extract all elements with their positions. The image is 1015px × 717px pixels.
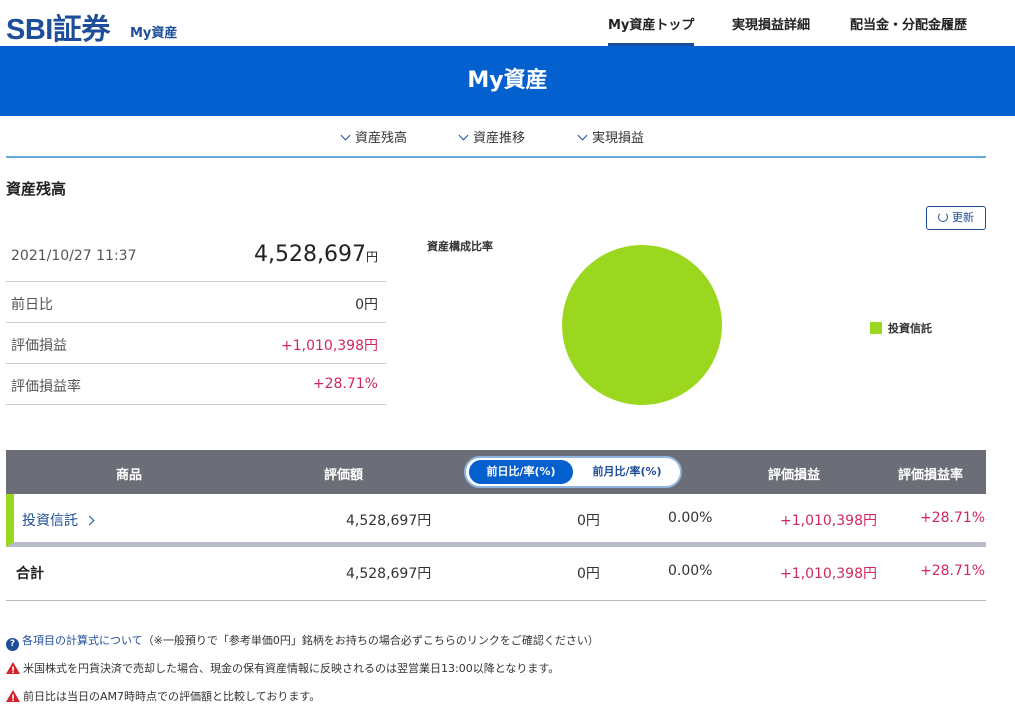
help-icon: ? <box>6 638 19 651</box>
change-period-toggle: 前日比/率(%) 前月比/率(%) <box>464 456 682 488</box>
pie-legend: 投資信託 <box>870 320 932 336</box>
summary-label: 評価損益 <box>11 338 67 354</box>
chevron-down-icon <box>340 130 351 141</box>
chevron-down-icon <box>577 130 588 141</box>
summary-row: 評価損益率 +28.71% <box>6 364 386 405</box>
cell-gain-rate: +28.71% <box>920 510 986 526</box>
chevron-right-icon <box>84 515 95 526</box>
notes: ? 各項目の計算式について（※一般預りで「参考単価0円」銘柄をお持ちの場合必ずこち… <box>6 633 599 717</box>
anchor-asset-trend[interactable]: 資産推移 <box>458 127 525 146</box>
refresh-icon <box>938 212 948 222</box>
total-gain: +1,010,398円 <box>780 566 877 582</box>
product-link[interactable]: 投資信託 <box>22 510 95 530</box>
refresh-button[interactable]: 更新 <box>926 206 986 230</box>
nav-my-assets-top[interactable]: My資産トップ <box>608 0 695 46</box>
toggle-day-change[interactable]: 前日比/率(%) <box>469 460 573 484</box>
total-change: 0円 <box>577 566 600 582</box>
balance-summary: 2021/10/27 11:37 4,528,697円 前日比 0円 評価損益 … <box>6 234 386 405</box>
section-title-balance: 資産残高 <box>6 180 67 198</box>
note-formula: ? 各項目の計算式について（※一般預りで「参考単価0円」銘柄をお持ちの場合必ずこち… <box>6 633 599 661</box>
formula-link[interactable]: 各項目の計算式について <box>22 634 143 647</box>
cell-valuation: 4,528,697円 <box>346 513 432 529</box>
sbi-logo[interactable]: SBI証券 <box>6 6 110 48</box>
composition-pie-slice <box>562 245 722 405</box>
note-warning: 前日比は当日のAM7時時点での評価額と比較しております。 <box>6 689 599 717</box>
anchor-realized-pl[interactable]: 実現損益 <box>577 127 644 146</box>
warning-icon <box>6 690 20 707</box>
cell-change: 0円 <box>577 513 600 529</box>
legend-swatch <box>870 322 882 334</box>
total-gain-rate: +28.71% <box>920 563 986 579</box>
toggle-month-change[interactable]: 前月比/率(%) <box>576 460 678 484</box>
summary-value: 0円 <box>355 297 378 313</box>
th-valuation: 評価額 <box>324 468 364 483</box>
note-warning: 米国株式を円貨決済で売却した場合、現金の保有資産情報に反映されるのは翌営業日13… <box>6 661 599 689</box>
th-product: 商品 <box>116 468 143 483</box>
holdings-table: 商品 評価額 前日比/率(%) 前月比/率(%) 評価損益 評価損益率 投資信託… <box>6 450 986 601</box>
cell-change-rate: 0.00% <box>668 510 713 526</box>
datetime: 2021/10/27 11:37 <box>11 248 137 264</box>
total-balance: 4,528,697円 <box>254 242 378 267</box>
summary-value: +28.71% <box>312 376 378 392</box>
summary-label: 評価損益率 <box>11 379 81 395</box>
total-change-rate: 0.00% <box>668 563 713 579</box>
composition-title: 資産構成比率 <box>427 240 493 253</box>
th-gain-rate: 評価損益率 <box>898 468 964 483</box>
warning-icon <box>6 662 20 679</box>
top-bar: SBI証券 My資産 My資産トップ 実現損益詳細 配当金・分配金履歴 <box>0 0 1015 46</box>
summary-row: 前日比 0円 <box>6 282 386 323</box>
anchor-asset-balance[interactable]: 資産残高 <box>340 127 407 146</box>
cell-gain: +1,010,398円 <box>780 513 877 529</box>
table-row: 投資信託 4,528,697円 0円 0.00% +1,010,398円 +28… <box>6 494 986 547</box>
total-label: 合計 <box>16 566 44 582</box>
table-total-row: 合計 4,528,697円 0円 0.00% +1,010,398円 +28.7… <box>6 547 986 601</box>
nav-realized-pl-detail[interactable]: 実現損益詳細 <box>732 0 810 46</box>
summary-value: +1,010,398円 <box>281 338 378 354</box>
chevron-down-icon <box>458 130 469 141</box>
page-title-banner: My資産 <box>0 46 1015 116</box>
nav-dividend-history[interactable]: 配当金・分配金履歴 <box>850 0 967 46</box>
total-valuation: 4,528,697円 <box>346 566 432 582</box>
th-gain: 評価損益 <box>768 468 821 483</box>
table-header: 商品 評価額 前日比/率(%) 前月比/率(%) 評価損益 評価損益率 <box>6 450 986 494</box>
logo-subtitle: My資産 <box>130 26 178 41</box>
summary-row: 評価損益 +1,010,398円 <box>6 323 386 364</box>
legend-label: 投資信託 <box>888 322 932 335</box>
summary-row-total: 2021/10/27 11:37 4,528,697円 <box>6 234 386 282</box>
summary-label: 前日比 <box>11 297 53 313</box>
section-anchor-nav: 資産残高 資産推移 実現損益 <box>6 116 986 158</box>
